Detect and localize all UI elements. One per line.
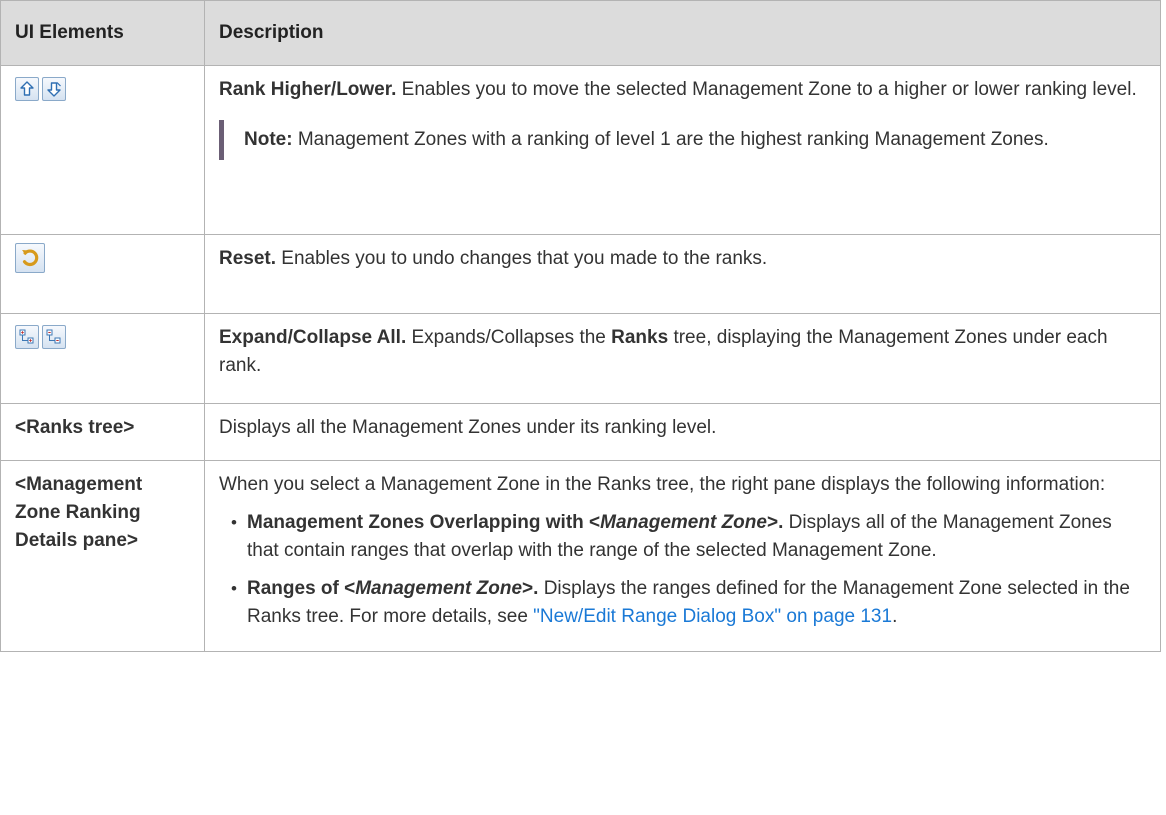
ui-element-cell: <Ranks tree> bbox=[0, 403, 205, 461]
note-text: Management Zones with a ranking of level… bbox=[292, 129, 1049, 150]
table-row: <Ranks tree> Displays all the Management… bbox=[0, 403, 1161, 461]
description-cell: Reset. Enables you to undo changes that … bbox=[204, 234, 1161, 314]
element-title: Reset. bbox=[219, 248, 277, 269]
description-text: When you select a Management Zone in the… bbox=[219, 474, 1106, 495]
ui-element-cell bbox=[0, 313, 205, 404]
table-row: Reset. Enables you to undo changes that … bbox=[0, 234, 1161, 314]
ranks-term: Ranks bbox=[611, 327, 669, 348]
range-dialog-link[interactable]: "New/Edit Range Dialog Box" on page 131 bbox=[533, 606, 892, 627]
description-cell: Expand/Collapse All. Expands/Collapses t… bbox=[204, 313, 1161, 404]
list-item: Management Zones Overlapping with <Manag… bbox=[231, 509, 1146, 565]
description-text: Reset. Enables you to undo changes that … bbox=[219, 248, 768, 269]
expand-all-icon[interactable] bbox=[15, 325, 39, 349]
table-header-row: UI Elements Description bbox=[0, 0, 1161, 66]
description-cell: When you select a Management Zone in the… bbox=[204, 460, 1161, 652]
description-cell: Rank Higher/Lower. Enables you to move t… bbox=[204, 65, 1161, 235]
note-label: Note: bbox=[244, 129, 293, 150]
details-list: Management Zones Overlapping with <Manag… bbox=[219, 509, 1146, 631]
ui-elements-table: UI Elements Description Rank Higher/Lowe… bbox=[0, 0, 1161, 652]
reset-icon[interactable] bbox=[15, 243, 45, 273]
header-description: Description bbox=[204, 0, 1161, 66]
table-row: Expand/Collapse All. Expands/Collapses t… bbox=[0, 313, 1161, 404]
description-cell: Displays all the Management Zones under … bbox=[204, 403, 1161, 461]
header-ui-elements: UI Elements bbox=[0, 0, 205, 66]
table-row: Rank Higher/Lower. Enables you to move t… bbox=[0, 65, 1161, 235]
rank-lower-icon[interactable] bbox=[42, 77, 66, 101]
note-block: Note: Management Zones with a ranking of… bbox=[219, 120, 1146, 160]
description-text: Expand/Collapse All. Expands/Collapses t… bbox=[219, 327, 1108, 376]
element-title: Rank Higher/Lower. bbox=[219, 79, 397, 100]
ui-element-cell: <Management Zone Ranking Details pane> bbox=[0, 460, 205, 652]
description-text: Rank Higher/Lower. Enables you to move t… bbox=[219, 79, 1137, 100]
ui-element-cell bbox=[0, 234, 205, 314]
table-row: <Management Zone Ranking Details pane> W… bbox=[0, 460, 1161, 652]
element-title: Expand/Collapse All. bbox=[219, 327, 407, 348]
list-item: Ranges of <Management Zone>. Displays th… bbox=[231, 575, 1146, 631]
ui-element-cell bbox=[0, 65, 205, 235]
collapse-all-icon[interactable] bbox=[42, 325, 66, 349]
rank-higher-icon[interactable] bbox=[15, 77, 39, 101]
